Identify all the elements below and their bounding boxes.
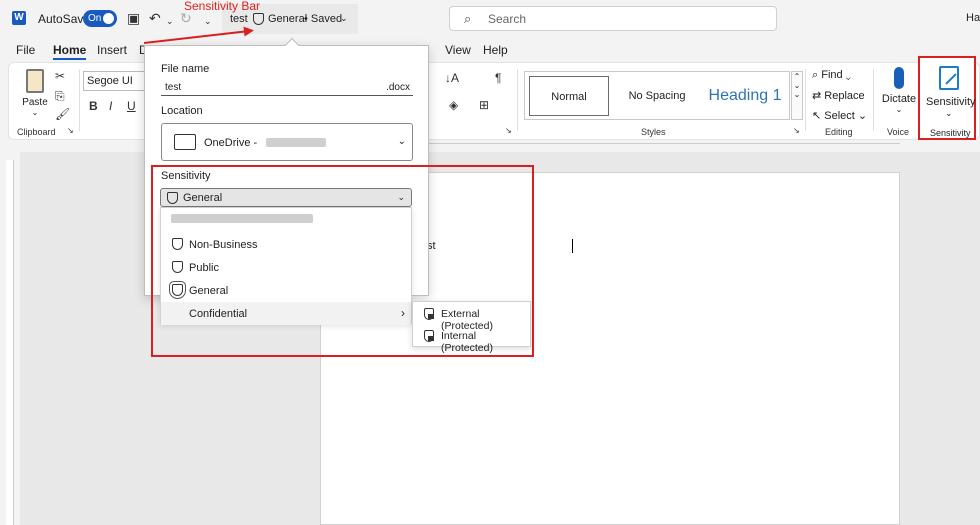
italic-button[interactable]: I bbox=[109, 99, 112, 113]
search-icon: ⌕ bbox=[812, 69, 822, 81]
search-placeholder: Search bbox=[488, 12, 527, 26]
format-painter-icon[interactable]: 🖌 bbox=[55, 107, 70, 121]
undo-icon[interactable]: ↶ bbox=[149, 10, 161, 26]
chevron-down-icon: ⌄ bbox=[945, 108, 953, 118]
tab-help[interactable]: Help bbox=[483, 43, 508, 57]
clipboard-group-label: Clipboard bbox=[17, 127, 56, 137]
sensitivity-icon bbox=[939, 66, 959, 90]
user-name[interactable]: Har bbox=[966, 12, 980, 24]
chevron-down-icon: ⌄ bbox=[340, 13, 348, 23]
tab-file[interactable]: File bbox=[16, 43, 35, 57]
annotation-arrowhead bbox=[243, 25, 255, 37]
select-icon: ↖ bbox=[812, 110, 825, 122]
file-extension: .docx bbox=[386, 82, 410, 93]
find-button[interactable]: ⌕ Find ⌄ bbox=[812, 69, 851, 82]
replace-icon: ⇄ bbox=[812, 90, 825, 102]
tab-view[interactable]: View bbox=[445, 43, 471, 57]
chevron-down-icon: ⌄ bbox=[397, 136, 406, 147]
sort-icon[interactable]: ↓A bbox=[445, 71, 459, 85]
replace-label: Replace bbox=[824, 90, 865, 102]
annotation-box bbox=[151, 165, 534, 357]
document-name: test bbox=[230, 13, 248, 25]
annotation-label: Sensitivity Bar bbox=[184, 0, 261, 13]
chevron-down-icon: ⌄ bbox=[854, 110, 868, 122]
search-box[interactable]: ⌕ Search bbox=[449, 6, 777, 31]
shield-icon bbox=[253, 13, 264, 25]
show-formatting-icon[interactable]: ¶ bbox=[495, 71, 501, 85]
dialog-launcher-icon[interactable]: ↘ bbox=[67, 126, 74, 135]
text-cursor bbox=[572, 239, 573, 253]
autosave-toggle-state: On bbox=[88, 13, 102, 24]
select-label: Select bbox=[824, 110, 855, 122]
chevron-down-icon: ⌄ bbox=[842, 69, 851, 81]
file-name-label: File name bbox=[161, 63, 210, 75]
styles-scroll[interactable]: ⌃ ⌄ ⌄ bbox=[791, 71, 803, 120]
shading-icon[interactable]: ◈ bbox=[449, 98, 458, 112]
search-icon: ⌕ bbox=[464, 11, 472, 26]
tab-home[interactable]: Home bbox=[53, 43, 87, 60]
paragraph-launcher-icon[interactable]: ↘ bbox=[505, 126, 512, 135]
location-selector[interactable]: OneDrive - ⌄ bbox=[161, 123, 413, 161]
bold-button[interactable]: B bbox=[89, 99, 98, 113]
paste-button[interactable]: Paste ⌄ bbox=[21, 69, 49, 117]
sensitivity-button-label: Sensitivity bbox=[926, 96, 976, 108]
paste-label: Paste bbox=[22, 97, 48, 108]
file-name-input[interactable]: test .docx bbox=[161, 80, 413, 96]
autosave-toggle[interactable]: On bbox=[83, 10, 117, 27]
location-value: OneDrive - bbox=[204, 137, 258, 149]
voice-group-label: Voice bbox=[887, 127, 910, 137]
clipboard-icon bbox=[26, 69, 44, 93]
folder-icon bbox=[174, 134, 196, 150]
sensitivity-button[interactable]: Sensitivity ⌄ Sensitivity bbox=[918, 56, 976, 140]
redacted-text bbox=[266, 138, 326, 147]
font-name-box[interactable]: Segoe UI bbox=[83, 71, 147, 91]
dictate-button[interactable]: Dictate ⌄ bbox=[881, 67, 917, 114]
cut-icon[interactable]: ✂ bbox=[55, 69, 65, 83]
copy-icon[interactable]: ⎘ bbox=[55, 89, 65, 104]
vertical-ruler bbox=[6, 160, 14, 525]
style-no-spacing[interactable]: No Spacing bbox=[613, 76, 701, 116]
word-app-icon: W bbox=[12, 11, 26, 25]
tab-insert[interactable]: Insert bbox=[97, 43, 127, 57]
sensitivity-label: General bbox=[268, 13, 308, 25]
location-label: Location bbox=[161, 105, 203, 117]
undo-dropdown-icon[interactable]: ⌄ bbox=[166, 13, 174, 29]
underline-button[interactable]: U bbox=[127, 99, 136, 113]
dictate-label: Dictate bbox=[881, 93, 917, 105]
styles-gallery: Normal No Spacing Heading 1 bbox=[524, 71, 790, 120]
styles-group-label: Styles bbox=[641, 127, 666, 137]
saved-status: • Saved bbox=[304, 13, 343, 25]
microphone-icon bbox=[894, 67, 904, 89]
borders-icon[interactable]: ⊞ bbox=[479, 98, 489, 112]
save-icon[interactable]: ▣ bbox=[127, 10, 140, 26]
styles-launcher-icon[interactable]: ↘ bbox=[793, 126, 800, 135]
style-normal[interactable]: Normal bbox=[529, 76, 609, 116]
sensitivity-group-label: Sensitivity bbox=[930, 128, 971, 138]
style-heading-1[interactable]: Heading 1 bbox=[703, 76, 787, 116]
replace-button[interactable]: ⇄ Replace bbox=[812, 89, 865, 102]
find-label: Find bbox=[821, 69, 843, 81]
file-name-value: test bbox=[165, 82, 182, 93]
title-bar: W AutoSave On ▣ ↶ ⌄ ↻ ⌄ test General • S… bbox=[0, 0, 980, 38]
customize-toolbar-icon[interactable]: ⌄ bbox=[204, 13, 212, 29]
editing-group-label: Editing bbox=[825, 127, 853, 137]
select-button[interactable]: ↖ Select ⌄ bbox=[812, 109, 867, 122]
